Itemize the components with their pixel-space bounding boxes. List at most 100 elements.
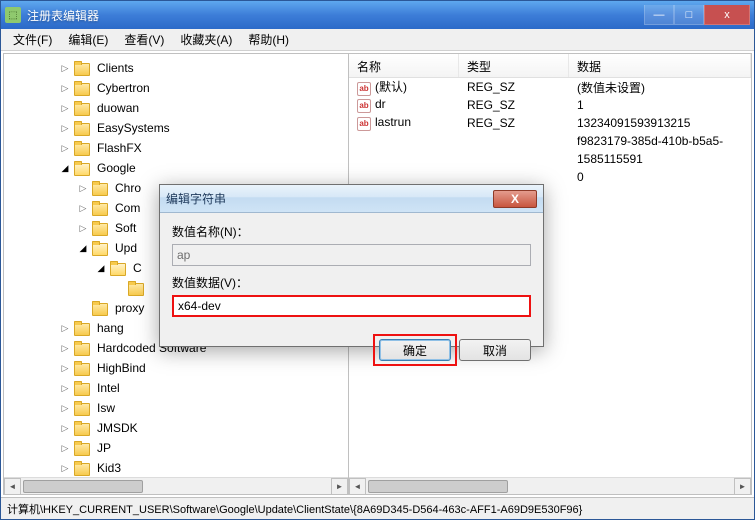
expand-icon[interactable]: [76, 301, 90, 315]
tree-label: HighBind: [94, 360, 149, 376]
folder-icon: [128, 281, 144, 295]
expand-icon[interactable]: ▷: [58, 321, 72, 335]
cell-data: 0: [569, 169, 751, 185]
tree-label: Isw: [94, 400, 118, 416]
expand-icon[interactable]: ▷: [58, 401, 72, 415]
tree-node[interactable]: ▷EasySystems: [4, 118, 348, 138]
tree-node[interactable]: ▷ duowan: [4, 98, 348, 118]
tree-label: Kid3: [94, 460, 124, 476]
tree-node[interactable]: ▷Cybertron: [4, 78, 348, 98]
expand-icon[interactable]: ▷: [58, 141, 72, 155]
list-row[interactable]: ablastrunREG_SZ13234091593913215: [349, 114, 751, 132]
cell-data: 1: [569, 97, 751, 113]
cell-type: [459, 176, 569, 178]
header-type[interactable]: 类型: [459, 54, 569, 77]
menu-help[interactable]: 帮助(H): [240, 29, 297, 50]
tree-label: Intel: [94, 380, 123, 396]
maximize-button[interactable]: □: [674, 5, 704, 25]
minimize-button[interactable]: —: [644, 5, 674, 25]
close-button[interactable]: x: [704, 5, 750, 25]
tree-node[interactable]: ▷ FlashFX: [4, 138, 348, 158]
reg-string-icon: ab: [357, 99, 371, 113]
expand-icon[interactable]: ▷: [76, 201, 90, 215]
tree-node[interactable]: ▷ Isw: [4, 398, 348, 418]
tree-label: duowan: [94, 100, 142, 116]
expand-icon[interactable]: ▷: [58, 361, 72, 375]
scroll-left-icon[interactable]: ◄: [349, 478, 366, 495]
menu-favorites[interactable]: 收藏夹(A): [172, 29, 240, 50]
expand-icon[interactable]: ▷: [58, 61, 72, 75]
cell-data: 1585115591: [569, 151, 751, 167]
folder-icon: [74, 121, 90, 135]
folder-icon: [74, 161, 90, 175]
window-title: 注册表编辑器: [27, 7, 644, 24]
tree-label: FlashFX: [94, 140, 145, 156]
dialog-buttons: 确定 取消: [160, 335, 543, 371]
dialog-titlebar[interactable]: 编辑字符串 X: [160, 185, 543, 213]
list-body[interactable]: ab(默认)REG_SZ(数值未设置)abdrREG_SZ1ablastrunR…: [349, 78, 751, 186]
tree-node[interactable]: ▷ Intel: [4, 378, 348, 398]
expand-icon[interactable]: ▷: [58, 441, 72, 455]
list-row[interactable]: abdrREG_SZ1: [349, 96, 751, 114]
scroll-thumb[interactable]: [368, 480, 508, 493]
collapse-icon[interactable]: ◢: [76, 241, 90, 255]
cell-name: [349, 158, 459, 160]
dialog-close-button[interactable]: X: [493, 190, 537, 208]
expand-icon[interactable]: ▷: [58, 421, 72, 435]
tree-label: JMSDK: [94, 420, 141, 436]
cell-data: 13234091593913215: [569, 115, 751, 131]
collapse-icon[interactable]: ◢: [94, 261, 108, 275]
expand-icon[interactable]: ▷: [58, 101, 72, 115]
folder-icon: [74, 421, 90, 435]
ok-button[interactable]: 确定: [379, 339, 451, 361]
scroll-left-icon[interactable]: ◄: [4, 478, 21, 495]
tree-label: proxy: [112, 300, 147, 316]
expand-icon[interactable]: ▷: [58, 461, 72, 475]
value-data-input[interactable]: [172, 295, 531, 317]
cancel-button[interactable]: 取消: [459, 339, 531, 361]
app-icon: ⬚: [5, 7, 21, 23]
value-name-input[interactable]: [172, 244, 531, 266]
scroll-thumb[interactable]: [23, 480, 143, 493]
folder-icon: [92, 221, 108, 235]
folder-icon: [74, 321, 90, 335]
window-buttons: — □ x: [644, 5, 750, 25]
cell-name: [349, 176, 459, 178]
list-row[interactable]: ab(默认)REG_SZ(数值未设置): [349, 78, 751, 96]
menu-file[interactable]: 文件(F): [5, 29, 60, 50]
scroll-track[interactable]: [366, 479, 734, 494]
tree-node[interactable]: ◢ Google: [4, 158, 348, 178]
tree-label: hang: [94, 320, 127, 336]
header-name[interactable]: 名称: [349, 54, 459, 77]
scroll-right-icon[interactable]: ►: [331, 478, 348, 495]
folder-icon: [74, 361, 90, 375]
expand-icon[interactable]: ▷: [58, 381, 72, 395]
expand-icon[interactable]: ▷: [58, 121, 72, 135]
header-data[interactable]: 数据: [569, 54, 751, 77]
menu-edit[interactable]: 编辑(E): [60, 29, 116, 50]
list-hscrollbar[interactable]: ◄ ►: [349, 477, 751, 494]
tree-node[interactable]: ▷ JP: [4, 438, 348, 458]
titlebar[interactable]: ⬚ 注册表编辑器 — □ x: [1, 1, 754, 29]
folder-icon: [92, 301, 108, 315]
tree-label: Google: [94, 160, 139, 176]
cell-name: abdr: [349, 96, 459, 114]
list-row[interactable]: 1585115591: [349, 150, 751, 168]
menu-view[interactable]: 查看(V): [116, 29, 172, 50]
scroll-track[interactable]: [21, 479, 331, 494]
tree-node[interactable]: ▷Clients: [4, 58, 348, 78]
expand-icon[interactable]: ▷: [76, 181, 90, 195]
expand-icon[interactable]: ▷: [58, 81, 72, 95]
tree-node[interactable]: ▷ JMSDK: [4, 418, 348, 438]
tree-hscrollbar[interactable]: ◄ ►: [4, 477, 348, 494]
tree-node[interactable]: ▷ Kid3: [4, 458, 348, 478]
collapse-icon[interactable]: ◢: [58, 161, 72, 175]
tree-label: JP: [94, 440, 114, 456]
folder-icon: [74, 401, 90, 415]
scroll-right-icon[interactable]: ►: [734, 478, 751, 495]
expand-icon[interactable]: ▷: [58, 341, 72, 355]
expand-icon[interactable]: ▷: [76, 221, 90, 235]
expand-icon[interactable]: [112, 281, 126, 295]
tree-label: [148, 287, 154, 289]
list-row[interactable]: f9823179-385d-410b-b5a5-: [349, 132, 751, 150]
